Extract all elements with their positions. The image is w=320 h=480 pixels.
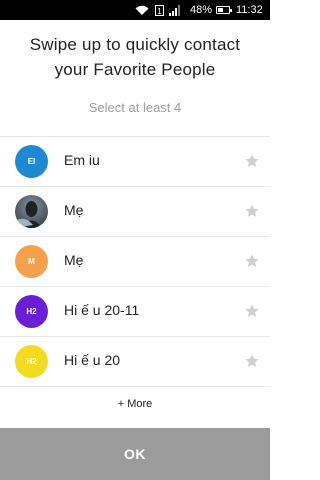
star-icon[interactable] — [244, 153, 260, 169]
avatar-initials: H2 — [26, 357, 37, 366]
contact-name: Hi ế u 20-11 — [64, 302, 140, 318]
contact-name: Em iu — [64, 152, 100, 168]
contact-row[interactable]: EI Em iu — [0, 137, 270, 187]
avatar-initials: M — [28, 257, 35, 266]
avatar: EI — [15, 145, 48, 178]
avatar: H2 — [15, 295, 48, 328]
sim-icon: 1 — [155, 0, 164, 20]
status-bar: 1 48% 11:32 — [0, 0, 270, 20]
title-line-2: your Favorite People — [54, 60, 216, 79]
title-line-1: Swipe up to quickly contact — [29, 35, 241, 54]
battery-percent: 48% — [190, 4, 213, 16]
contact-row[interactable]: H2 Hi ế u 20 — [0, 337, 270, 387]
contact-name: Mẹ — [64, 202, 84, 218]
avatar: M — [15, 245, 48, 278]
avatar — [15, 195, 48, 228]
avatar: H2 — [15, 345, 48, 378]
star-icon[interactable] — [244, 203, 260, 219]
battery-icon — [216, 0, 232, 20]
selection-hint: Select at least 4 — [88, 100, 182, 115]
signal-icon — [169, 0, 182, 20]
contact-row[interactable]: H2 Hi ế u 20-11 — [0, 287, 270, 337]
star-icon[interactable] — [244, 353, 260, 369]
contact-list: EI Em iu Mẹ M Mẹ H2 Hi ế u 20-11 H2 Hi ế u 20 — [0, 137, 270, 387]
contact-row[interactable]: Mẹ — [0, 187, 270, 237]
avatar-initials: EI — [27, 157, 36, 166]
star-icon[interactable] — [244, 253, 260, 269]
clock: 11:32 — [236, 4, 263, 16]
page-title: Swipe up to quickly contact your Favorit… — [0, 32, 270, 82]
contact-name: Hi ế u 20 — [64, 352, 121, 368]
avatar-initials: H2 — [26, 307, 37, 316]
wifi-icon — [135, 0, 149, 20]
ok-button[interactable]: OK — [0, 428, 270, 480]
more-button[interactable]: + More — [0, 398, 270, 410]
contact-row[interactable]: M Mẹ — [0, 237, 270, 287]
star-icon[interactable] — [244, 303, 260, 319]
contact-name: Mẹ — [64, 252, 84, 268]
